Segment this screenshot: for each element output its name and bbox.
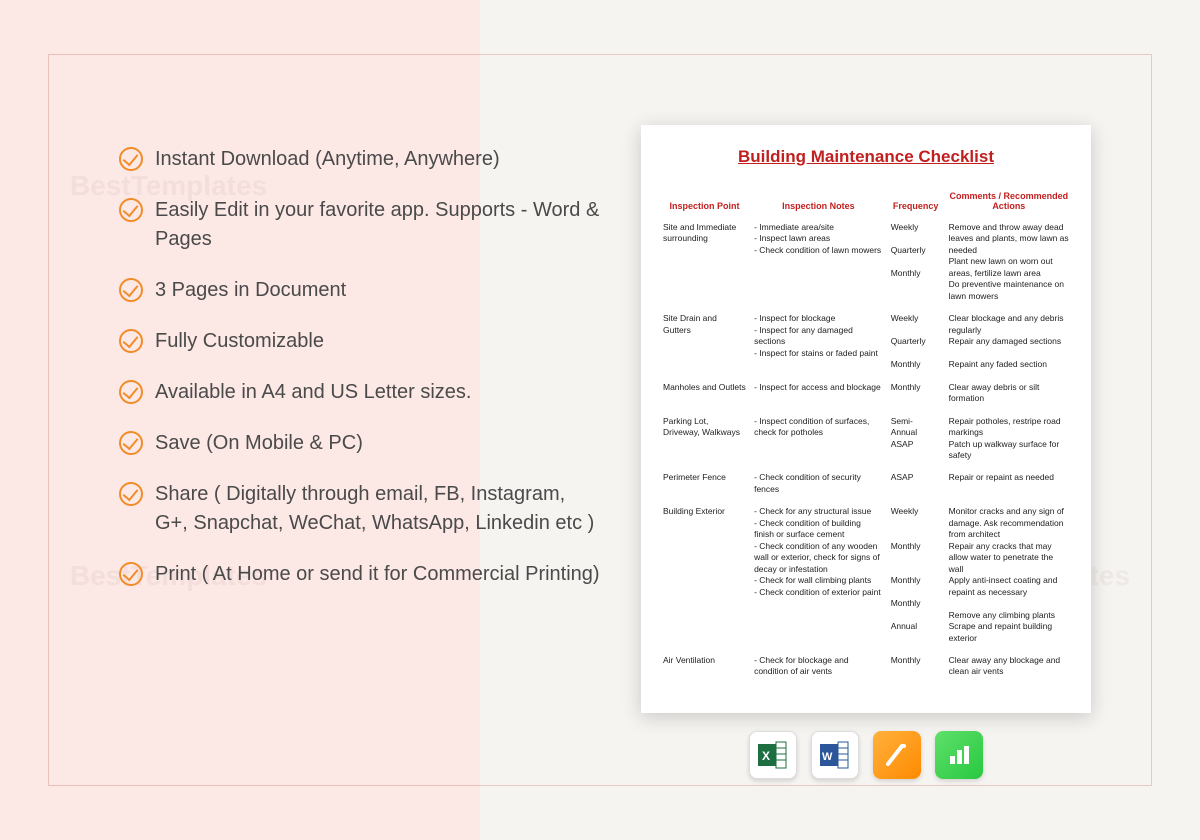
cell-frequency: Semi- Annual ASAP [887,408,945,465]
table-row: Site and Immediate surrounding- Immediat… [659,219,1073,305]
cell-inspection-point: Perimeter Fence [659,464,750,498]
cell-comments: Clear blockage and any debris regularly … [945,305,1073,373]
cell-comments: Repair potholes, restripe road markings … [945,408,1073,465]
feature-item: Fully Customizable [119,327,601,356]
cell-comments: Clear away debris or silt formation [945,374,1073,408]
cell-frequency: Weekly Monthly Monthly Monthly Annual [887,498,945,647]
feature-text: Print ( At Home or send it for Commercia… [155,560,600,589]
check-icon [119,380,143,404]
cell-inspection-point: Site Drain and Gutters [659,305,750,373]
feature-text: Instant Download (Anytime, Anywhere) [155,145,500,174]
table-row: Perimeter Fence- Check condition of secu… [659,464,1073,498]
feature-item: Share ( Digitally through email, FB, Ins… [119,480,601,538]
document-preview: Building Maintenance Checklist Inspectio… [641,125,1091,713]
cell-inspection-point: Manholes and Outlets [659,374,750,408]
table-row: Parking Lot, Driveway, Walkways- Inspect… [659,408,1073,465]
feature-text: Save (On Mobile & PC) [155,429,363,458]
cell-inspection-notes: - Inspect for access and blockage [750,374,887,408]
cell-comments: Clear away any blockage and clean air ve… [945,647,1073,681]
feature-item: Instant Download (Anytime, Anywhere) [119,145,601,174]
table-row: Air Ventilation- Check for blockage and … [659,647,1073,681]
feature-text: Share ( Digitally through email, FB, Ins… [155,480,601,538]
cell-inspection-notes: - Immediate area/site - Inspect lawn are… [750,219,887,305]
feature-text: Fully Customizable [155,327,324,356]
cell-frequency: ASAP [887,464,945,498]
document-title: Building Maintenance Checklist [659,147,1073,167]
feature-item: Easily Edit in your favorite app. Suppor… [119,196,601,254]
svg-text:W: W [822,751,833,763]
cell-frequency: Monthly [887,374,945,408]
cell-inspection-notes: - Inspect condition of surfaces, check f… [750,408,887,465]
content-frame: Instant Download (Anytime, Anywhere) Eas… [48,54,1152,786]
cell-inspection-point: Parking Lot, Driveway, Walkways [659,408,750,465]
table-row: Manholes and Outlets- Inspect for access… [659,374,1073,408]
cell-inspection-notes: - Check for blockage and condition of ai… [750,647,887,681]
feature-item: Save (On Mobile & PC) [119,429,601,458]
cell-frequency: Weekly Quarterly Monthly [887,305,945,373]
word-icon: W [811,731,859,779]
col-inspection-notes: Inspection Notes [750,187,887,219]
check-icon [119,562,143,586]
feature-text: 3 Pages in Document [155,276,346,305]
cell-inspection-point: Building Exterior [659,498,750,647]
cell-inspection-point: Air Ventilation [659,647,750,681]
cell-comments: Repair or repaint as needed [945,464,1073,498]
cell-inspection-notes: - Check for any structural issue - Check… [750,498,887,647]
cell-inspection-notes: - Check condition of security fences [750,464,887,498]
checklist-body: Site and Immediate surrounding- Immediat… [659,219,1073,681]
feature-text: Available in A4 and US Letter sizes. [155,378,471,407]
numbers-icon [935,731,983,779]
excel-icon: X [749,731,797,779]
cell-frequency: Weekly Quarterly Monthly [887,219,945,305]
checklist-table: Inspection Point Inspection Notes Freque… [659,187,1073,681]
check-icon [119,147,143,171]
feature-list: Instant Download (Anytime, Anywhere) Eas… [119,125,601,745]
col-frequency: Frequency [887,187,945,219]
pages-icon [873,731,921,779]
col-comments: Comments / Recommended Actions [945,187,1073,219]
document-preview-wrap: Building Maintenance Checklist Inspectio… [641,125,1091,745]
cell-frequency: Monthly [887,647,945,681]
svg-text:X: X [762,749,770,763]
feature-item: Print ( At Home or send it for Commercia… [119,560,601,589]
feature-text: Easily Edit in your favorite app. Suppor… [155,196,601,254]
check-icon [119,278,143,302]
col-inspection-point: Inspection Point [659,187,750,219]
check-icon [119,431,143,455]
feature-item: 3 Pages in Document [119,276,601,305]
cell-inspection-notes: - Inspect for blockage - Inspect for any… [750,305,887,373]
cell-comments: Remove and throw away dead leaves and pl… [945,219,1073,305]
cell-inspection-point: Site and Immediate surrounding [659,219,750,305]
check-icon [119,329,143,353]
feature-item: Available in A4 and US Letter sizes. [119,378,601,407]
check-icon [119,482,143,506]
table-row: Building Exterior- Check for any structu… [659,498,1073,647]
table-row: Site Drain and Gutters- Inspect for bloc… [659,305,1073,373]
app-icons-row: X W [749,731,983,779]
cell-comments: Monitor cracks and any sign of damage. A… [945,498,1073,647]
check-icon [119,198,143,222]
